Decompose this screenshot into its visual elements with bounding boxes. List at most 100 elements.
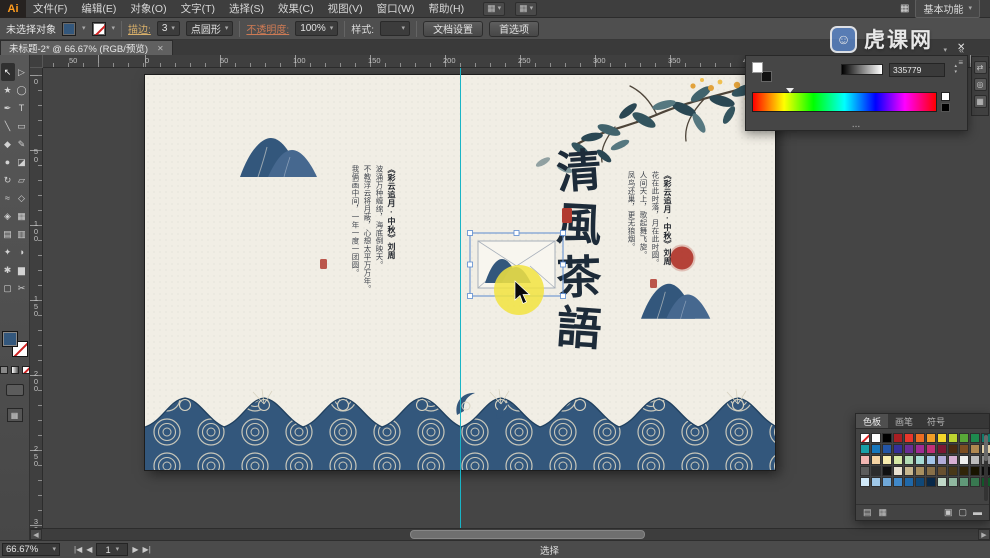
tool-blob-brush[interactable]: ● [1,153,15,171]
swatch[interactable] [882,433,892,443]
prev-artboard-icon[interactable]: ◀ [86,545,92,554]
menu-item-4[interactable]: 文字(T) [174,0,222,18]
swatch[interactable] [904,477,914,487]
swatches-tab-2[interactable]: 画笔 [888,414,920,428]
menu-item-6[interactable]: 效果(C) [271,0,321,18]
opacity-field[interactable]: 100%▾ [295,21,338,36]
opacity-label[interactable]: 不透明度: [246,21,289,36]
menu-item-3[interactable]: 对象(O) [123,0,173,18]
drawing-mode-icon[interactable]: ▦ [7,408,23,422]
menu-item-7[interactable]: 视图(V) [321,0,370,18]
fill-stroke-widget[interactable] [2,331,28,357]
tool-paintbrush[interactable]: ◆ [1,135,15,153]
swatch[interactable] [948,466,958,476]
menu-item-1[interactable]: 文件(F) [26,0,74,18]
swatch[interactable] [893,444,903,454]
tool-direct-selection[interactable]: ▷ [15,63,29,81]
caret-down-icon[interactable]: ▾ [82,25,86,32]
value-spinner[interactable]: ▴▾ [954,63,957,75]
swatch[interactable] [937,433,947,443]
swatch[interactable] [915,466,925,476]
screen-mode-button[interactable] [6,384,24,396]
swatch-libraries-icon[interactable]: ▤ [863,507,872,518]
tool-eraser[interactable]: ◪ [15,153,29,171]
swatch[interactable] [937,477,947,487]
swatch[interactable] [904,466,914,476]
tool-free-transform[interactable]: ◇ [15,189,29,207]
tool-line-segment[interactable]: ╲ [1,117,15,135]
caret-down-icon[interactable]: ▾ [112,25,116,32]
color-spectrum-bar[interactable] [752,92,937,112]
brush-definition-field[interactable]: 点圆形▾ [186,21,234,36]
swatch[interactable] [860,466,870,476]
swatch[interactable] [959,477,969,487]
swatch[interactable] [871,455,881,465]
docked-panel-icon[interactable]: ⇄ [974,61,987,74]
swatch[interactable] [926,444,936,454]
swatch[interactable] [959,466,969,476]
gradient-mode-button[interactable] [11,366,19,374]
tool-blend[interactable]: ◑ [15,243,29,261]
swatch[interactable] [937,455,947,465]
fill-swatch[interactable] [2,331,18,347]
swatch[interactable] [970,444,980,454]
swatch[interactable] [948,433,958,443]
tool-perspective-grid[interactable]: ▦ [15,207,29,225]
tool-shape-builder[interactable]: ◈ [1,207,15,225]
tool-rectangle[interactable]: ▭ [15,117,29,135]
arrange-documents-icon[interactable]: ▦▾ [483,2,505,16]
tool-pencil[interactable]: ✎ [15,135,29,153]
swatch[interactable] [926,466,936,476]
swatch[interactable] [948,455,958,465]
swatch[interactable] [882,466,892,476]
panel-resize-grip[interactable]: ▪▪▪ [852,124,860,130]
swatch[interactable] [970,455,980,465]
swatch-kinds-icon[interactable]: ▦ [879,507,888,518]
next-artboard-icon[interactable]: ▶ [132,545,138,554]
tool-lasso[interactable]: ◯ [15,81,29,99]
swatch[interactable] [860,433,870,443]
swatch[interactable] [915,433,925,443]
swatch[interactable] [959,455,969,465]
scrollbar-thumb[interactable] [410,530,645,539]
tab-close-icon[interactable]: ✕ [157,44,164,53]
swatch[interactable] [882,444,892,454]
zoom-field[interactable]: 66.67%▾ [2,543,60,556]
tool-pen[interactable]: ✒ [1,99,15,117]
swatch[interactable] [871,444,881,454]
tab-options-icon[interactable]: ▾ [943,47,947,54]
document-setup-button[interactable]: 文档设置 [423,21,483,37]
swatch[interactable] [893,466,903,476]
panel-menu-icon[interactable]: ≡ [958,58,963,67]
swatch[interactable] [926,433,936,443]
swatches-scrollbar[interactable] [984,433,988,501]
swatch[interactable] [915,455,925,465]
swatch[interactable] [904,433,914,443]
swatch[interactable] [970,433,980,443]
swatch[interactable] [959,433,969,443]
spectrum-end-swatches[interactable] [941,92,959,112]
none-mode-button[interactable] [22,366,30,374]
swatch[interactable] [970,466,980,476]
swatch[interactable] [893,477,903,487]
ruler-origin-corner[interactable] [30,55,43,68]
menu-item-5[interactable]: 选择(S) [222,0,271,18]
scroll-left-icon[interactable]: ◀ [30,529,42,540]
swatch[interactable] [860,477,870,487]
swatch[interactable] [893,455,903,465]
swatch[interactable] [904,455,914,465]
fill-color-control[interactable] [62,22,76,36]
style-field[interactable]: ▾ [380,21,410,36]
swatch[interactable] [860,444,870,454]
stroke-label[interactable]: 描边: [128,21,151,36]
swatch[interactable] [915,477,925,487]
delete-swatch-icon[interactable]: ▬ [973,507,982,518]
tool-artboard[interactable]: ▢ [1,279,15,297]
tool-symbol-sprayer[interactable]: ✱ [1,261,15,279]
tool-slice[interactable]: ✂ [15,279,29,297]
tool-mesh[interactable]: ▤ [1,225,15,243]
swatch[interactable] [871,433,881,443]
scroll-right-icon[interactable]: ▶ [978,529,990,540]
vertical-guide[interactable] [460,68,461,528]
tool-type[interactable]: T [15,99,29,117]
